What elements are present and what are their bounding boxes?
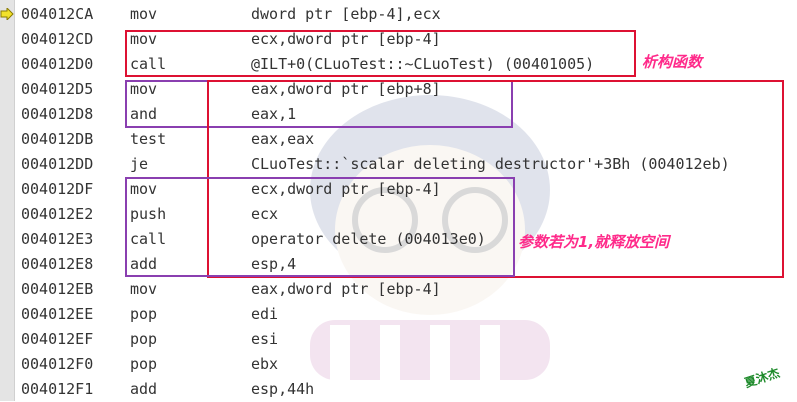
instruction-operands: esp,44h xyxy=(251,380,315,398)
instruction-address: 004012E3 xyxy=(21,230,94,248)
instruction-mnemonic: pop xyxy=(130,355,158,373)
disasm-row[interactable]: 004012DD je CLuoTest::`scalar deleting des… xyxy=(0,152,797,177)
disasm-row[interactable]: 004012EF pop esi xyxy=(0,327,797,352)
disasm-row[interactable]: 004012EE pop edi xyxy=(0,302,797,327)
instruction-operands: ebx xyxy=(251,355,279,373)
instruction-mnemonic: mov xyxy=(130,80,158,98)
instruction-operands: ecx,dword ptr [ebp-4] xyxy=(251,30,441,48)
instruction-address: 004012F1 xyxy=(21,380,94,398)
instruction-operands: @ILT+0(CLuoTest::~CLuoTest) (00401005) xyxy=(251,55,595,73)
disasm-row[interactable]: 004012CD mov ecx,dword ptr [ebp-4] xyxy=(0,27,797,52)
instruction-operands: esi xyxy=(251,330,279,348)
disasm-row[interactable]: 004012EB mov eax,dword ptr [ebp-4] xyxy=(0,277,797,302)
disasm-row[interactable]: 004012F1 add esp,44h xyxy=(0,377,797,402)
disasm-row[interactable]: 004012D5 mov eax,dword ptr [ebp+8] xyxy=(0,77,797,102)
instruction-mnemonic: mov xyxy=(130,5,158,23)
instruction-address: 004012E2 xyxy=(21,205,94,223)
instruction-address: 004012EF xyxy=(21,330,94,348)
disasm-row[interactable]: 004012DB test eax,eax xyxy=(0,127,797,152)
instruction-operands: edi xyxy=(251,305,279,323)
instruction-address: 004012DD xyxy=(21,155,94,173)
disasm-row[interactable]: 004012E3 call operator delete (004013e0) xyxy=(0,227,797,252)
instruction-mnemonic: je xyxy=(130,155,149,173)
instruction-mnemonic: test xyxy=(130,130,167,148)
instruction-mnemonic: call xyxy=(130,230,167,248)
instruction-mnemonic: mov xyxy=(130,280,158,298)
instruction-operands: eax,dword ptr [ebp-4] xyxy=(251,280,441,298)
instruction-mnemonic: mov xyxy=(130,30,158,48)
instruction-mnemonic: and xyxy=(130,105,158,123)
instruction-operands: eax,eax xyxy=(251,130,315,148)
instruction-mnemonic: pop xyxy=(130,305,158,323)
instruction-mnemonic: add xyxy=(130,255,158,273)
disasm-row[interactable]: 004012CA mov dword ptr [ebp-4],ecx xyxy=(0,2,797,27)
instruction-operands: esp,4 xyxy=(251,255,297,273)
instruction-address: 004012F0 xyxy=(21,355,94,373)
instruction-address: 004012EE xyxy=(21,305,94,323)
disasm-row[interactable]: 004012E8 add esp,4 xyxy=(0,252,797,277)
disasm-row[interactable]: 004012F0 pop ebx xyxy=(0,352,797,377)
instruction-address: 004012CD xyxy=(21,30,94,48)
free-memory-note: 参数若为1,就释放空间 xyxy=(518,233,670,251)
instruction-mnemonic: push xyxy=(130,205,167,223)
current-instruction-arrow-icon xyxy=(0,8,14,20)
instruction-operands: ecx,dword ptr [ebp-4] xyxy=(251,180,441,198)
disasm-row[interactable]: 004012DF mov ecx,dword ptr [ebp-4] xyxy=(0,177,797,202)
instruction-operands: eax,dword ptr [ebp+8] xyxy=(251,80,441,98)
instruction-address: 004012EB xyxy=(21,280,94,298)
instruction-operands: operator delete (004013e0) xyxy=(251,230,486,248)
instruction-mnemonic: mov xyxy=(130,180,158,198)
instruction-address: 004012DF xyxy=(21,180,94,198)
instruction-operands: ecx xyxy=(251,205,279,223)
instruction-address: 004012CA xyxy=(21,5,94,23)
instruction-mnemonic: pop xyxy=(130,330,158,348)
disasm-row[interactable]: 004012D8 and eax,1 xyxy=(0,102,797,127)
instruction-address: 004012D0 xyxy=(21,55,94,73)
destructor-note: 析构函数 xyxy=(642,53,703,71)
instruction-mnemonic: add xyxy=(130,380,158,398)
instruction-address: 004012D8 xyxy=(21,105,94,123)
instruction-mnemonic: call xyxy=(130,55,167,73)
instruction-operands: eax,1 xyxy=(251,105,297,123)
disasm-row[interactable]: 004012E2 push ecx xyxy=(0,202,797,227)
instruction-address: 004012E8 xyxy=(21,255,94,273)
instruction-address: 004012DB xyxy=(21,130,94,148)
instruction-operands: dword ptr [ebp-4],ecx xyxy=(251,5,441,23)
instruction-address: 004012D5 xyxy=(21,80,94,98)
instruction-operands: CLuoTest::`scalar deleting destructor'+3… xyxy=(251,155,730,173)
